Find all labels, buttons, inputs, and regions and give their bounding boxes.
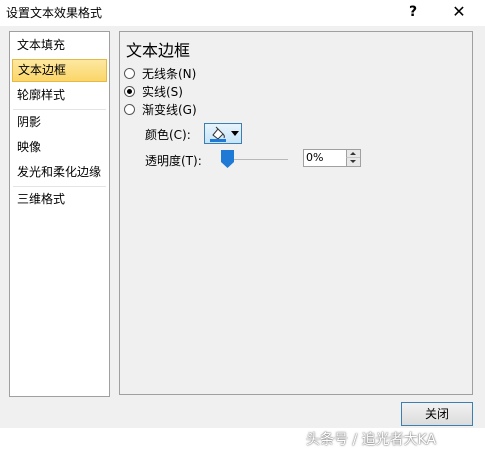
close-icon[interactable]: ✕	[442, 0, 476, 24]
radio-button[interactable]	[124, 104, 135, 115]
options-panel: 文本边框 无线条(N) 实线(S) 渐变线(G) 颜色(C): 透明度(T):	[119, 31, 473, 395]
category-list: 文本填充 文本边框 轮廓样式 阴影 映像 发光和柔化边缘 三维格式	[9, 31, 110, 397]
color-picker-button[interactable]	[204, 123, 242, 144]
nav-item-outline-style[interactable]: 轮廓样式	[12, 84, 107, 107]
window-title: 设置文本效果格式	[6, 6, 103, 20]
dialog-body: 文本填充 文本边框 轮廓样式 阴影 映像 发光和柔化边缘 三维格式 文本边框 无…	[0, 26, 485, 448]
chevron-down-icon	[231, 131, 239, 136]
nav-divider	[13, 109, 106, 110]
radio-button[interactable]	[124, 68, 135, 79]
watermark: 头条号 / 追光者大KA	[306, 432, 437, 448]
radio-label: 渐变线(G)	[142, 103, 197, 117]
spin-down-icon[interactable]	[346, 158, 360, 166]
transparency-slider-thumb[interactable]	[221, 150, 234, 168]
transparency-spinner[interactable]: 0%	[303, 149, 361, 167]
nav-item-text-fill[interactable]: 文本填充	[12, 34, 107, 57]
help-button[interactable]: ?	[398, 0, 428, 24]
nav-item-text-outline[interactable]: 文本边框	[12, 59, 107, 82]
section-title: 文本边框	[126, 41, 191, 60]
radio-button[interactable]	[124, 86, 135, 97]
paint-bucket-icon	[210, 126, 226, 142]
close-button[interactable]: 关闭	[401, 402, 473, 426]
radio-label: 实线(S)	[142, 85, 183, 99]
nav-item-glow-soft-edges[interactable]: 发光和柔化边缘	[12, 161, 107, 184]
transparency-value[interactable]: 0%	[306, 151, 323, 164]
spin-up-icon[interactable]	[346, 150, 360, 158]
nav-item-3d-format[interactable]: 三维格式	[12, 188, 107, 211]
radio-label: 无线条(N)	[142, 67, 197, 81]
color-label: 颜色(C):	[145, 128, 191, 142]
transparency-label: 透明度(T):	[145, 154, 202, 168]
title-bar: 设置文本效果格式 ? ✕	[0, 0, 485, 26]
nav-item-shadow[interactable]: 阴影	[12, 111, 107, 134]
nav-item-reflection[interactable]: 映像	[12, 136, 107, 159]
nav-divider	[13, 186, 106, 187]
